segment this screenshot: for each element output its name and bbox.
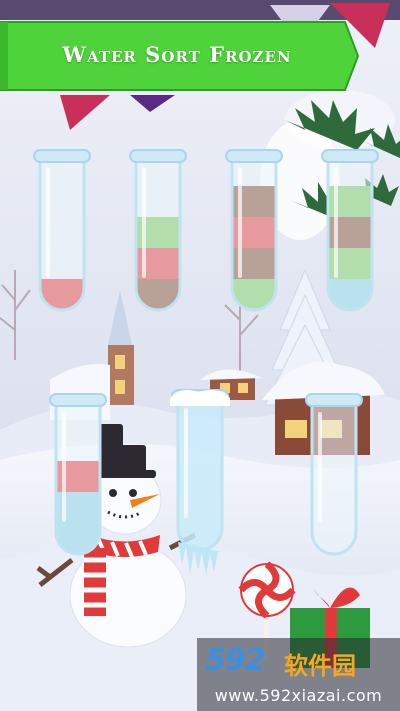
tube-rim	[225, 149, 283, 163]
tube-highlight	[318, 412, 322, 522]
tube-highlight	[142, 168, 146, 278]
tube-7[interactable]	[304, 392, 364, 584]
tube-3[interactable]	[224, 148, 284, 340]
tube-1[interactable]	[32, 148, 92, 340]
winter-background	[0, 0, 400, 711]
tube-rim	[305, 393, 363, 407]
tube-2[interactable]	[128, 148, 188, 340]
tube-rim	[33, 149, 91, 163]
tube-highlight	[62, 412, 66, 522]
game-title: Water Sort Frozen	[62, 42, 292, 67]
tube-rim	[321, 149, 379, 163]
ice-cap	[170, 390, 230, 406]
tube-highlight	[334, 168, 338, 278]
tube-4[interactable]	[320, 148, 380, 340]
tube-rim	[49, 393, 107, 407]
tube-5[interactable]	[48, 392, 108, 584]
tube-rim	[129, 149, 187, 163]
icicles	[178, 542, 222, 576]
watermark-brand: 软件园	[284, 652, 356, 680]
tube-highlight	[46, 168, 50, 278]
frozen-tube[interactable]	[170, 388, 230, 590]
watermark-url: www.592xiazai.com	[197, 680, 400, 711]
tube-highlight	[184, 408, 188, 518]
tube-highlight	[238, 168, 242, 278]
watermark-number: 592	[205, 643, 266, 678]
